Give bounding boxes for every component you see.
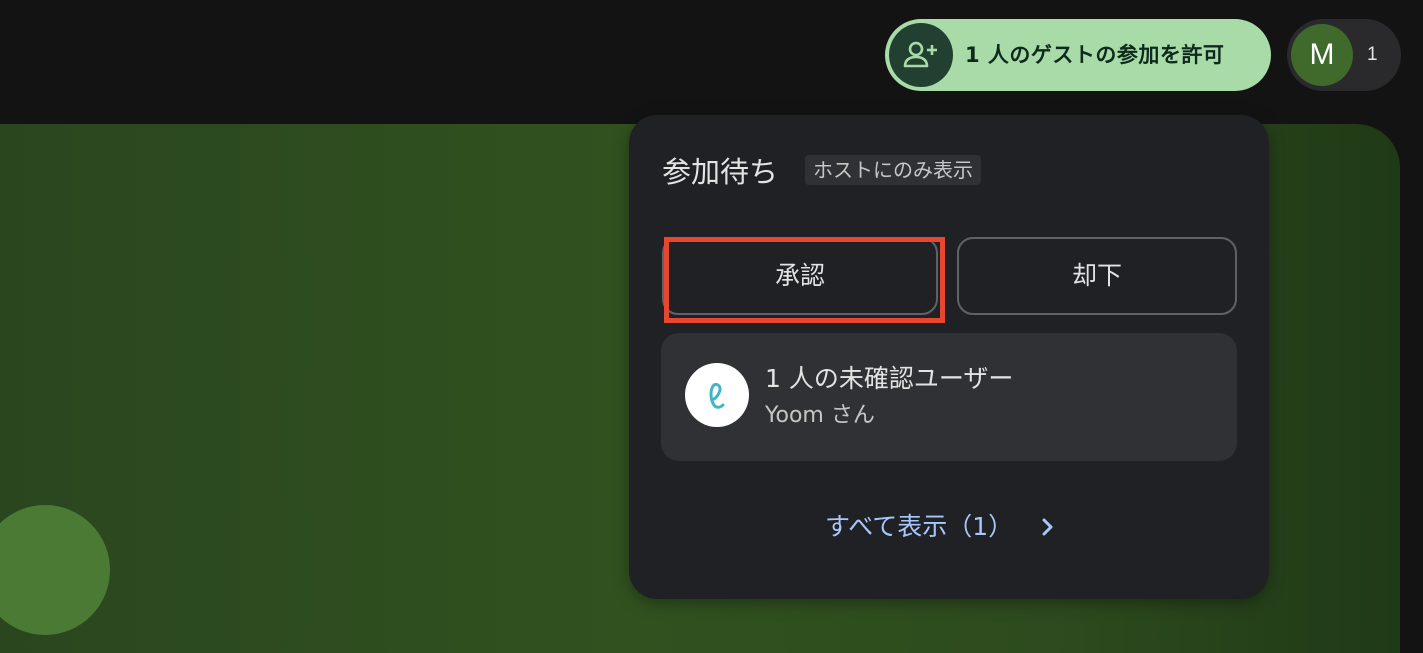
person-add-icon (889, 23, 953, 87)
view-all-label: すべて表示（1） (825, 512, 1014, 541)
unverified-user-count: 1 人の未確認ユーザー (765, 364, 1014, 393)
view-all-link[interactable]: すべて表示（1） (825, 507, 1055, 547)
chevron-right-icon (1041, 517, 1055, 537)
admit-guests-button[interactable]: 1 人のゲストの参加を許可 (885, 19, 1271, 91)
user-name: Yoom さん (765, 403, 875, 428)
participant-count: 1 (1367, 44, 1378, 65)
waiting-panel: 参加待ち ホストにのみ表示 承認 却下 1 人の未確認ユーザー Yoom さん … (629, 115, 1269, 599)
host-only-badge: ホストにのみ表示 (805, 155, 981, 185)
avatar: M (1291, 24, 1353, 86)
approve-button[interactable]: 承認 (662, 237, 938, 315)
yoom-logo-icon (685, 363, 749, 427)
panel-title: 参加待ち (662, 155, 779, 189)
participants-button[interactable]: M 1 (1287, 19, 1401, 91)
waiting-user-card[interactable]: 1 人の未確認ユーザー Yoom さん (661, 333, 1237, 461)
admit-guests-label: 1 人のゲストの参加を許可 (965, 43, 1225, 67)
meeting-screen: 1 人のゲストの参加を許可 M 1 参加待ち ホストにのみ表示 承認 却下 1 … (0, 0, 1423, 653)
deny-button[interactable]: 却下 (957, 237, 1237, 315)
